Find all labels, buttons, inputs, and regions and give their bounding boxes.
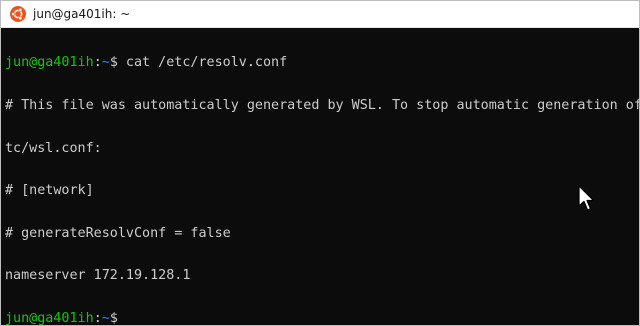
terminal-line: nameserver 172.19.128.1 xyxy=(5,268,191,284)
terminal-line: jun@ga401ih:~$ cat /etc/resolv.conf xyxy=(5,56,639,70)
terminal-output[interactable]: jun@ga401ih:~$ cat /etc/resolv.conf # Th… xyxy=(1,28,639,325)
terminal-line: # generateResolvConf = false xyxy=(5,225,231,241)
prompt-symbol: $ xyxy=(109,55,118,71)
title-bar[interactable]: jun@ga401ih: ~ xyxy=(1,1,639,28)
prompt-user-host: jun@ga401ih xyxy=(5,310,94,325)
terminal-window[interactable]: jun@ga401ih: ~ jun@ga401ih:~$ cat /etc/r… xyxy=(0,0,640,326)
terminal-line: # [network] xyxy=(5,183,94,199)
command-text: cat /etc/resolv.conf xyxy=(117,55,288,71)
terminal-line: # This file was automatically generated … xyxy=(5,98,639,113)
window-title: jun@ga401ih: ~ xyxy=(33,7,131,21)
terminal-line: tc/wsl.conf: xyxy=(5,140,102,156)
ubuntu-icon xyxy=(10,6,26,22)
prompt-symbol: $ xyxy=(109,310,118,325)
prompt-user-host: jun@ga401ih xyxy=(5,55,94,71)
terminal-line: jun@ga401ih:~$ xyxy=(5,310,639,325)
prompt-separator: : xyxy=(93,55,102,71)
arrow-cursor-icon xyxy=(578,185,596,213)
prompt-separator: : xyxy=(93,310,102,325)
prompt-path: ~ xyxy=(101,55,110,71)
prompt-path: ~ xyxy=(101,310,110,325)
